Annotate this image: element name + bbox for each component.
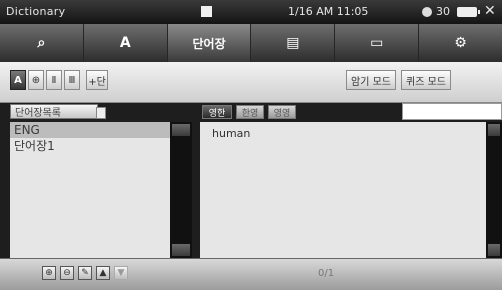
mode-2-button[interactable]: Ⅱ <box>46 70 62 90</box>
add-icon[interactable]: ⊕ <box>42 266 56 280</box>
memorize-mode-button[interactable]: 암기 모드 <box>346 70 396 90</box>
volume-level: 30 <box>436 5 450 18</box>
scroll-down-icon[interactable] <box>488 244 500 256</box>
search-button[interactable]: ⌕ <box>0 24 84 62</box>
page-counter: 0/1 <box>318 268 335 279</box>
list-item[interactable]: ENG <box>10 122 170 138</box>
word-entry[interactable]: human <box>200 122 486 140</box>
list-button[interactable]: ▤ <box>251 24 336 62</box>
mode-a-button[interactable]: A <box>10 70 26 90</box>
quiz-mode-button[interactable]: 퀴즈 모드 <box>401 70 451 90</box>
mode-3-button[interactable]: Ⅲ <box>64 70 80 90</box>
list-icon: ▤ <box>286 35 300 51</box>
status-bar: Dictionary 1/16 AM 11:05 30 ✕ <box>0 0 502 24</box>
wordbook-label: 단어장 <box>192 36 226 51</box>
move-up-icon[interactable]: ▲ <box>96 266 110 280</box>
app-title: Dictionary <box>6 5 66 18</box>
delete-icon[interactable]: ⊖ <box>60 266 74 280</box>
move-down-icon[interactable]: ▼ <box>114 266 128 280</box>
tab-wordbook[interactable]: 단어장 <box>167 24 252 62</box>
battery-icon <box>457 7 480 17</box>
mode-row: A ⊕ Ⅱ Ⅲ +단 암기 모드 퀴즈 모드 <box>0 62 502 103</box>
add-wordbook-button[interactable]: +단 <box>86 70 108 90</box>
list-item[interactable]: 단어장1 <box>10 138 170 154</box>
scroll-down-icon[interactable] <box>172 244 190 256</box>
tab-kor-eng[interactable]: 한영 <box>236 105 264 119</box>
main-toolbar: ⌕ A 단어장 ▤ ▭ ⚙ <box>0 24 502 62</box>
left-scrollbar[interactable] <box>170 122 192 258</box>
settings-icon: ⚙ <box>454 35 467 51</box>
edit-icon[interactable]: ✎ <box>78 266 92 280</box>
word-list: human <box>200 122 486 258</box>
wordbook-list-label: 단어장목록 <box>15 108 61 119</box>
scroll-up-icon[interactable] <box>172 124 190 136</box>
wordbook-list-tab[interactable]: 단어장목록 <box>10 104 106 119</box>
tab-eng-eng[interactable]: 영영 <box>268 105 296 119</box>
bottom-bar: ⊕ ⊖ ✎ ▲ ▼ 0/1 <box>0 258 502 290</box>
wordbook-list: ENG 단어장1 <box>10 122 170 258</box>
window-icon: ▭ <box>370 35 384 51</box>
volume-icon <box>422 7 432 17</box>
right-scrollbar[interactable] <box>486 122 502 258</box>
search-input[interactable] <box>402 103 502 120</box>
tab-handle <box>96 107 106 119</box>
font-icon: A <box>119 35 131 51</box>
settings-button[interactable]: ⚙ <box>419 24 502 62</box>
dictionary-app: Dictionary 1/16 AM 11:05 30 ✕ ⌕ A 단어장 ▤ … <box>0 0 502 290</box>
close-icon[interactable]: ✕ <box>484 3 496 19</box>
stop-icon <box>201 6 212 17</box>
search-icon: ⌕ <box>37 35 46 51</box>
tab-eng-kor[interactable]: 영한 <box>202 105 232 119</box>
font-button[interactable]: A <box>84 24 168 62</box>
mode-add-button[interactable]: ⊕ <box>28 70 44 90</box>
content-area: 단어장목록 ENG 단어장1 영한 한영 영영 human <box>0 103 502 258</box>
clock: 1/16 AM 11:05 <box>288 5 369 18</box>
scroll-up-icon[interactable] <box>488 124 500 136</box>
window-button[interactable]: ▭ <box>335 24 420 62</box>
